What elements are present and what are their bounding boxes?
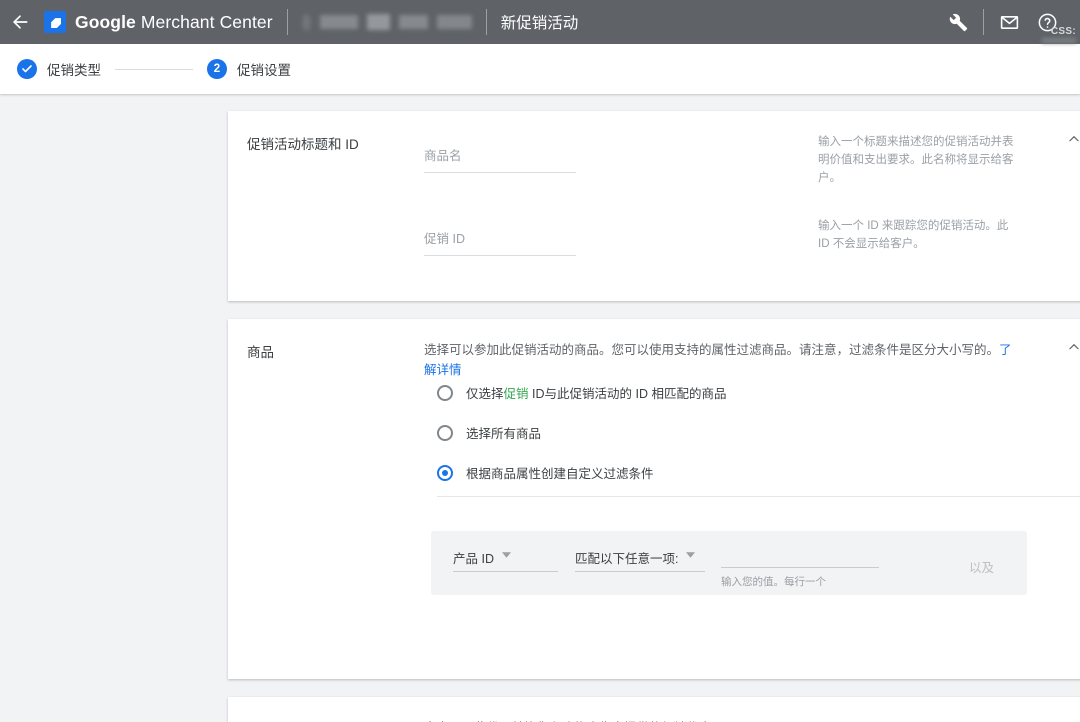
stepper-connector: [115, 69, 193, 70]
field-underline: [424, 172, 576, 173]
caret-down-icon: [686, 545, 695, 563]
radio-custom-filter[interactable]: 根据商品属性创建自定义过滤条件: [437, 463, 654, 482]
check-icon: [17, 59, 37, 79]
filter-value-underline: [721, 567, 879, 568]
filter-attribute-value: 产品 ID: [453, 548, 494, 567]
back-button[interactable]: [0, 0, 40, 44]
radio-icon: [437, 385, 453, 401]
section-label-products: 商品: [247, 341, 274, 361]
radio-all-products-label: 选择所有商品: [466, 423, 541, 442]
radio-icon: [437, 425, 453, 441]
brand-google: Google: [75, 12, 136, 32]
step-promotion-settings-label: 促销设置: [237, 59, 291, 79]
step-promotion-type[interactable]: 促销类型: [17, 59, 101, 79]
envelope-icon: [999, 12, 1020, 33]
promotion-name-field[interactable]: 商品名: [424, 147, 576, 173]
wrench-icon: [949, 13, 968, 32]
filter-value-text: [721, 545, 879, 567]
promo-code-description: 客户可用此代码兑换您在购物广告中提供的促销优惠: [424, 718, 1044, 722]
caret-down-icon: [502, 545, 511, 563]
filter-attribute-underline: [453, 571, 558, 572]
filter-operator-select[interactable]: 匹配以下任意一项:: [575, 545, 695, 567]
add-and-condition-button[interactable]: 以及: [969, 557, 994, 576]
redacted-block: [320, 15, 358, 29]
card-products: 商品 选择可以参加此促销活动的商品。您可以使用支持的属性过滤商品。请注意，过滤条…: [228, 319, 1080, 679]
tools-button[interactable]: [939, 0, 977, 44]
css-label: CSS:: [1042, 26, 1076, 43]
radio-custom-filter-label: 根据商品属性创建自定义过滤条件: [466, 463, 654, 482]
field-underline: [424, 255, 576, 256]
redacted-block: [437, 15, 472, 29]
radio-label-prefix: 仅选择: [466, 387, 504, 401]
form-content-area: 促销活动标题和 ID 商品名 输入一个标题来描述您的促销活动并表明价值和支出要求…: [0, 94, 1080, 722]
products-description: 选择可以参加此促销活动的商品。您可以使用支持的属性过滤商品。请注意，过滤条件是区…: [424, 340, 1044, 380]
appbar-divider-3: [983, 9, 984, 35]
promotion-name-helper: 输入一个标题来描述您的促销活动并表明价值和支出要求。此名称将显示给客户。: [818, 133, 1023, 187]
step-number-badge: 2: [207, 59, 227, 79]
filter-value-hint: 输入您的值。每行一个: [721, 574, 879, 589]
wizard-stepper: 促销类型 2 促销设置: [0, 44, 1080, 94]
redacted-block: [367, 14, 390, 30]
radio-icon: [437, 465, 453, 481]
products-description-text: 选择可以参加此促销活动的商品。您可以使用支持的属性过滤商品。请注意，过滤条件是区…: [424, 343, 999, 357]
appbar-divider-2: [486, 9, 487, 35]
appbar-divider-1: [287, 9, 288, 35]
divider: [437, 496, 1080, 497]
radio-match-promotion-id[interactable]: 仅选择促销 ID与此促销活动的 ID 相匹配的商品: [437, 383, 726, 402]
step-promotion-settings[interactable]: 2 促销设置: [207, 59, 291, 79]
app-bar: Google Merchant Center 新促销活动: [0, 0, 1080, 44]
learn-more-link-part1[interactable]: 了: [999, 343, 1012, 357]
brand-merchant-center: Merchant Center: [136, 12, 273, 32]
collapse-toggle-products[interactable]: [1064, 339, 1080, 359]
radio-all-products[interactable]: 选择所有商品: [437, 423, 541, 442]
section-label-title-id: 促销活动标题和 ID: [247, 133, 359, 153]
css-label-text: CSS:: [1051, 26, 1076, 37]
merchant-center-logo-icon: [44, 11, 66, 33]
chevron-up-icon: [1067, 132, 1080, 151]
promotion-id-field[interactable]: 促销 ID: [424, 230, 576, 256]
redacted-block: [1042, 38, 1076, 43]
brand-logo-link[interactable]: Google Merchant Center: [44, 11, 273, 33]
collapse-toggle-promo-code[interactable]: [1064, 717, 1080, 722]
promotion-id-helper: 输入一个 ID 来跟踪您的促销活动。此 ID 不会显示给客户。: [818, 217, 1023, 253]
radio-match-promotion-id-label: 仅选择促销 ID与此促销活动的 ID 相匹配的商品: [466, 383, 726, 402]
back-arrow-icon: [10, 12, 30, 32]
promotion-id-placeholder: 促销 ID: [424, 230, 576, 248]
filter-panel: 产品 ID 匹配以下任意一项: 输入您的值。每行一个: [431, 531, 1027, 595]
brand-title: Google Merchant Center: [75, 12, 273, 33]
chevron-up-icon: [1067, 340, 1080, 359]
messages-button[interactable]: [990, 0, 1028, 44]
step-promotion-type-label: 促销类型: [47, 59, 101, 79]
card-promotion-title-id: 促销活动标题和 ID 商品名 输入一个标题来描述您的促销活动并表明价值和支出要求…: [228, 111, 1080, 301]
filter-attribute-select[interactable]: 产品 ID: [453, 545, 511, 567]
radio-label-suffix: ID与此促销活动的 ID 相匹配的商品: [529, 387, 727, 401]
collapse-toggle-title-id[interactable]: [1064, 131, 1080, 151]
card-promotion-code: 促销代码 客户可用此代码兑换您在购物广告中提供的促销优惠 代码: [228, 697, 1080, 722]
page-title: 新促销活动: [501, 11, 579, 33]
filter-value-input[interactable]: 输入您的值。每行一个: [721, 545, 879, 589]
filter-operator-value: 匹配以下任意一项:: [575, 548, 678, 567]
learn-more-link-part2[interactable]: 解详情: [424, 363, 462, 377]
radio-label-highlight: 促销: [504, 387, 529, 401]
redacted-block: [399, 15, 428, 29]
promotion-name-placeholder: 商品名: [424, 147, 576, 165]
filter-operator-underline: [575, 571, 705, 572]
chevron-up-icon: [1067, 718, 1080, 722]
account-selector-redacted[interactable]: [302, 0, 472, 44]
redacted-block: [302, 14, 311, 31]
